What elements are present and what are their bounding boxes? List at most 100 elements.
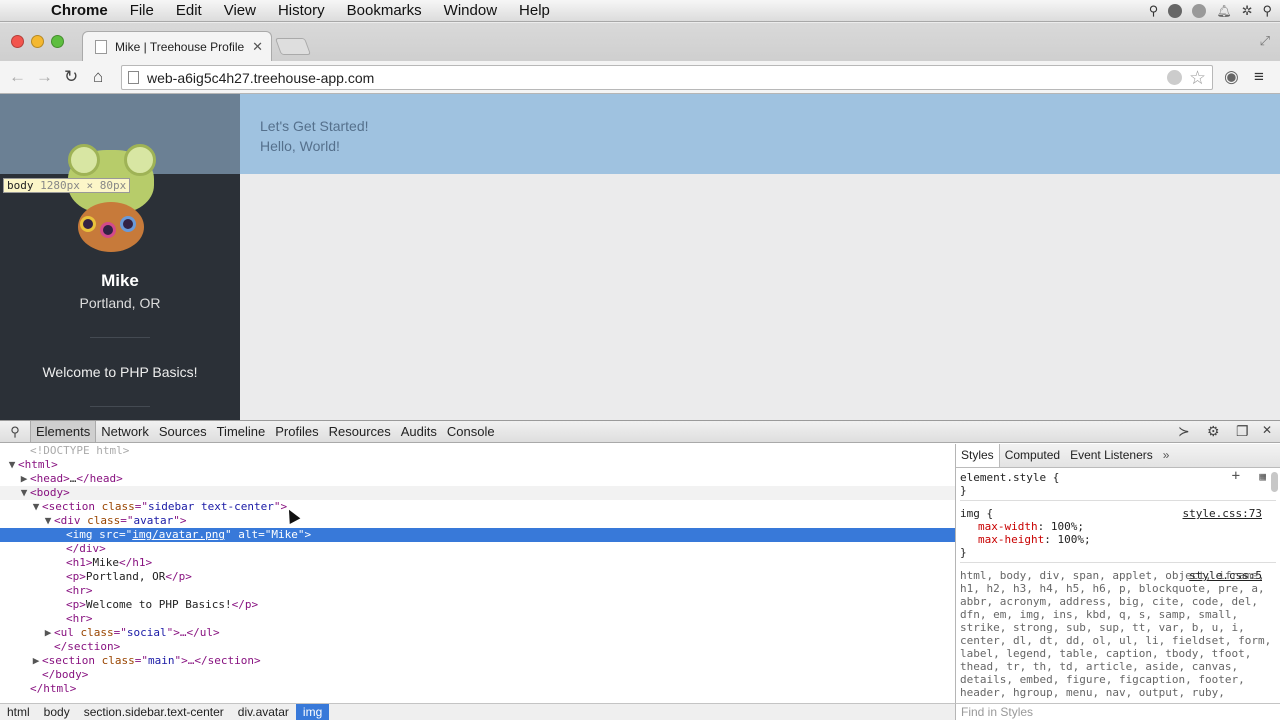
dom-node-text: <html> [18,458,58,471]
dom-node-line[interactable]: ▼ <html> [0,458,955,472]
dom-node-line[interactable]: ▼ <section class="sidebar text-center"> [0,500,955,514]
address-bar[interactable]: web-a6ig5c4h27.treehouse-app.com ☆ [121,65,1213,90]
tab-sources[interactable]: Sources [154,421,212,442]
crumb-html[interactable]: html [0,704,37,720]
dock-icon[interactable]: ❐ [1236,423,1249,440]
network-icon[interactable]: ⚲ [1149,3,1159,19]
dom-node-line[interactable]: <p>Welcome to PHP Basics!</p> [0,598,955,612]
tab-network[interactable]: Network [96,421,154,442]
breadcrumb: html body section.sidebar.text-center di… [0,703,955,720]
menu-history[interactable]: History [267,2,336,19]
tab-close-icon[interactable]: ✕ [252,39,263,55]
dom-node-line[interactable]: </html> [0,682,955,696]
inspect-search-icon[interactable]: ⚲ [0,424,30,440]
browser-tab[interactable]: Mike | Treehouse Profile ✕ [82,31,272,61]
find-in-styles-input[interactable]: Find in Styles [955,703,1280,720]
dom-node-text: </html> [30,682,77,695]
tab-elements[interactable]: Elements [30,421,97,442]
dom-node-line[interactable]: ▶ <ul class="social">…</ul> [0,626,955,640]
expand-triangle-icon[interactable]: ▶ [30,654,42,668]
crumb-div[interactable]: div.avatar [231,704,296,720]
dom-node-line[interactable]: </body> [0,668,955,682]
status-icon[interactable] [1168,4,1183,18]
divider [90,337,150,338]
drawer-toggle-icon[interactable]: ≻ [1178,423,1190,440]
bookmark-star-icon[interactable]: ☆ [1189,67,1206,90]
settings-icon[interactable]: ✲ [1242,3,1253,19]
dom-node-line[interactable]: <img src="img/avatar.png" alt="Mike"> [0,528,955,542]
menu-edit[interactable]: Edit [165,2,213,19]
extension-shield-icon[interactable]: ◉ [1224,67,1239,87]
expand-triangle-icon[interactable]: ▼ [18,486,30,500]
menu-app-chrome[interactable]: Chrome [40,2,119,19]
extension-icon[interactable] [1167,70,1182,85]
styles-tabs: Styles Computed Event Listeners » [956,444,1280,468]
window-zoom-button[interactable] [51,35,64,48]
tab-event-listeners[interactable]: Event Listeners [1065,444,1158,467]
dom-node-line[interactable]: <h1>Mike</h1> [0,556,955,570]
menu-bookmarks[interactable]: Bookmarks [336,2,433,19]
menu-file[interactable]: File [119,2,165,19]
dom-node-text: <!DOCTYPE html> [30,444,130,457]
dom-node-text: <ul class="social">…</ul> [54,626,220,639]
element-style-rule[interactable]: element.style { } + ▦ [960,469,1276,501]
new-tab-button[interactable] [274,38,312,55]
reset-rule[interactable]: style.css:5 html, body, div, span, apple… [960,563,1276,702]
tab-console[interactable]: Console [442,421,500,442]
expand-triangle-icon[interactable]: ▼ [30,500,42,514]
reload-icon[interactable]: ↻ [64,67,78,87]
dom-node-text: <img src="img/avatar.png" alt="Mike"> [66,528,312,541]
dom-node-text: <body> [30,486,70,499]
dom-node-line[interactable]: ▼ <div class="avatar"> [0,514,955,528]
expand-triangle-icon[interactable]: ▶ [42,626,54,640]
expand-triangle-icon[interactable]: ▼ [6,458,18,472]
gear-icon[interactable]: ⚙ [1207,423,1220,440]
tab-computed[interactable]: Computed [1000,444,1065,467]
expand-triangle-icon[interactable]: ▶ [18,472,30,486]
crumb-section[interactable]: section.sidebar.text-center [77,704,231,720]
tab-audits[interactable]: Audits [396,421,442,442]
close-devtools-icon[interactable]: ✕ [1262,423,1272,437]
window-minimize-button[interactable] [31,35,44,48]
rule-source-link[interactable]: style.css:5 [1189,569,1262,582]
forward-arrow-icon[interactable]: → [36,67,53,87]
rule-source-link[interactable]: style.css:73 [1183,507,1262,520]
notification-bell-icon[interactable]: 🔔︎ [1216,4,1231,18]
element-state-icon[interactable]: ▦ [1259,470,1266,483]
crumb-body[interactable]: body [37,704,77,720]
menu-hamburger-icon[interactable]: ≡ [1254,67,1264,87]
tab-resources[interactable]: Resources [324,421,396,442]
tab-styles[interactable]: Styles [956,444,1000,467]
crumb-img[interactable]: img [295,704,330,720]
dom-node-line[interactable]: </div> [0,542,955,556]
dom-node-line[interactable]: <hr> [0,584,955,598]
fullscreen-icon[interactable]: ⤢ [1260,33,1270,49]
more-tabs-icon[interactable]: » [1158,444,1175,467]
spotlight-icon[interactable]: ⚲ [1262,3,1272,19]
menu-help[interactable]: Help [508,2,561,19]
dom-node-line[interactable]: <p>Portland, OR</p> [0,570,955,584]
menu-window[interactable]: Window [433,2,508,19]
profile-icon[interactable] [1192,4,1207,18]
dom-node-line[interactable]: ▼ <body> [0,486,955,500]
menu-view[interactable]: View [213,2,267,19]
dom-tree[interactable]: <!DOCTYPE html> ▼ <html> ▶ <head>…</head> ▼ <b… [0,444,955,706]
profile-location: Portland, OR [79,295,161,311]
window-close-button[interactable] [11,35,24,48]
add-rule-icon[interactable]: + [1232,469,1240,483]
home-icon[interactable]: ⌂ [93,67,103,87]
dom-node-line[interactable]: <hr> [0,612,955,626]
dom-node-line[interactable]: ▶ <head>…</head> [0,472,955,486]
styles-body: element.style { } + ▦ img { style.css:73… [956,468,1280,704]
img-rule[interactable]: img { style.css:73 max-width: 100%; max-… [960,501,1276,563]
dom-node-line[interactable]: <!DOCTYPE html> [0,444,955,458]
dom-node-line[interactable]: ▶ <section class="main">…</section> [0,654,955,668]
back-arrow-icon[interactable]: ← [9,67,26,87]
dom-node-line[interactable]: </section> [0,640,955,654]
styles-scrollbar[interactable] [1271,472,1278,492]
page-icon [128,71,139,84]
expand-triangle-icon[interactable]: ▼ [42,514,54,528]
tab-profiles[interactable]: Profiles [270,421,323,442]
tab-timeline[interactable]: Timeline [212,421,271,442]
main-section: Let's Get Started! Hello, World! [240,94,1280,174]
